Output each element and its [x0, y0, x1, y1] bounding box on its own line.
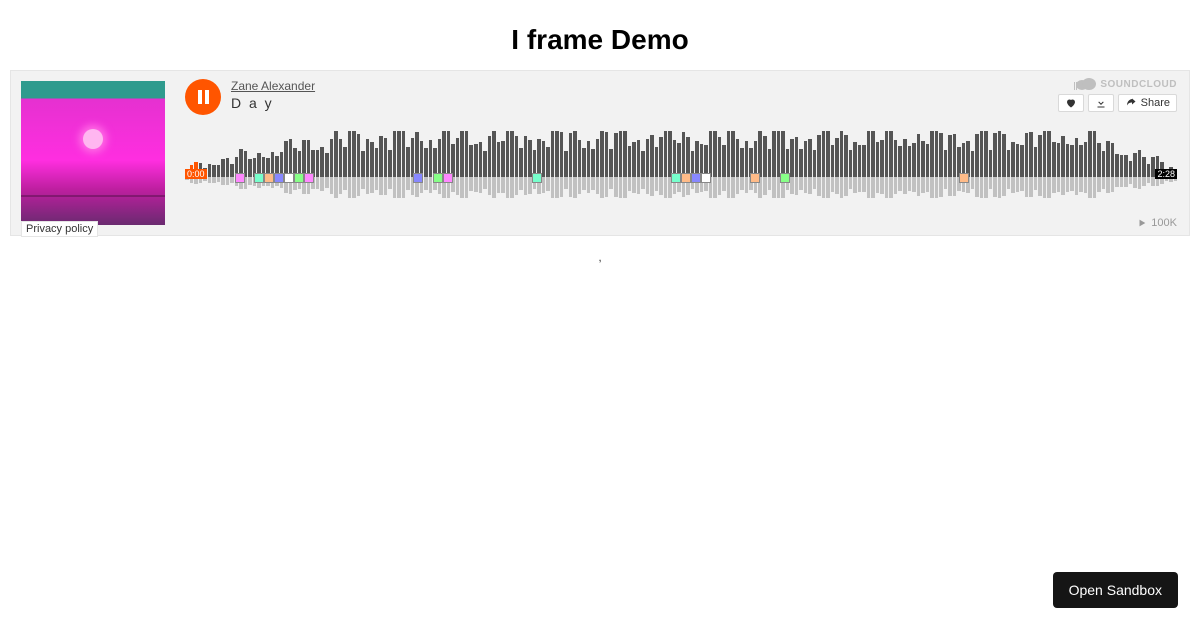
comment-marker[interactable]	[671, 173, 681, 183]
download-button[interactable]	[1088, 94, 1114, 112]
comment-marker[interactable]	[304, 173, 314, 183]
comment-marker[interactable]	[691, 173, 701, 183]
track-name[interactable]: D a y	[231, 95, 315, 111]
privacy-policy-link[interactable]: Privacy policy	[21, 221, 98, 237]
comment-marker[interactable]	[413, 173, 423, 183]
comment-marker[interactable]	[780, 173, 790, 183]
track-title-group: Zane Alexander D a y	[231, 79, 315, 111]
waveform[interactable]: 0:00 2:28	[185, 129, 1177, 209]
comment-marker[interactable]	[264, 173, 274, 183]
comment-marker[interactable]	[274, 173, 284, 183]
artist-link[interactable]: Zane Alexander	[231, 79, 315, 93]
comment-marker[interactable]	[681, 173, 691, 183]
comment-marker[interactable]	[959, 173, 969, 183]
page-title: I frame Demo	[0, 0, 1200, 70]
comment-marker[interactable]	[235, 173, 245, 183]
comment-marker[interactable]	[284, 173, 294, 183]
comment-marker[interactable]	[701, 173, 711, 183]
cloud-icon	[1076, 80, 1096, 90]
share-icon	[1125, 97, 1137, 109]
comment-marker[interactable]	[443, 173, 453, 183]
soundcloud-logo[interactable]: SOUNDCLOUD	[1076, 79, 1177, 90]
play-count: 100K	[1151, 217, 1177, 229]
comment-markers	[185, 171, 1177, 185]
share-button[interactable]: Share	[1118, 94, 1177, 112]
play-icon	[1137, 218, 1147, 228]
open-sandbox-button[interactable]: Open Sandbox	[1053, 572, 1178, 608]
pause-icon	[198, 90, 202, 104]
comment-marker[interactable]	[254, 173, 264, 183]
heart-icon	[1065, 97, 1077, 109]
comment-marker[interactable]	[294, 173, 304, 183]
stray-text: ,	[0, 250, 1200, 264]
track-artwork[interactable]: Privacy policy	[21, 81, 165, 225]
soundcloud-player: Privacy policy Zane Alexander D a y SOUN…	[10, 70, 1190, 236]
comment-marker[interactable]	[433, 173, 443, 183]
comment-marker[interactable]	[532, 173, 542, 183]
like-button[interactable]	[1058, 94, 1084, 112]
download-icon	[1095, 97, 1107, 109]
comment-marker[interactable]	[750, 173, 760, 183]
pause-button[interactable]	[185, 79, 221, 115]
